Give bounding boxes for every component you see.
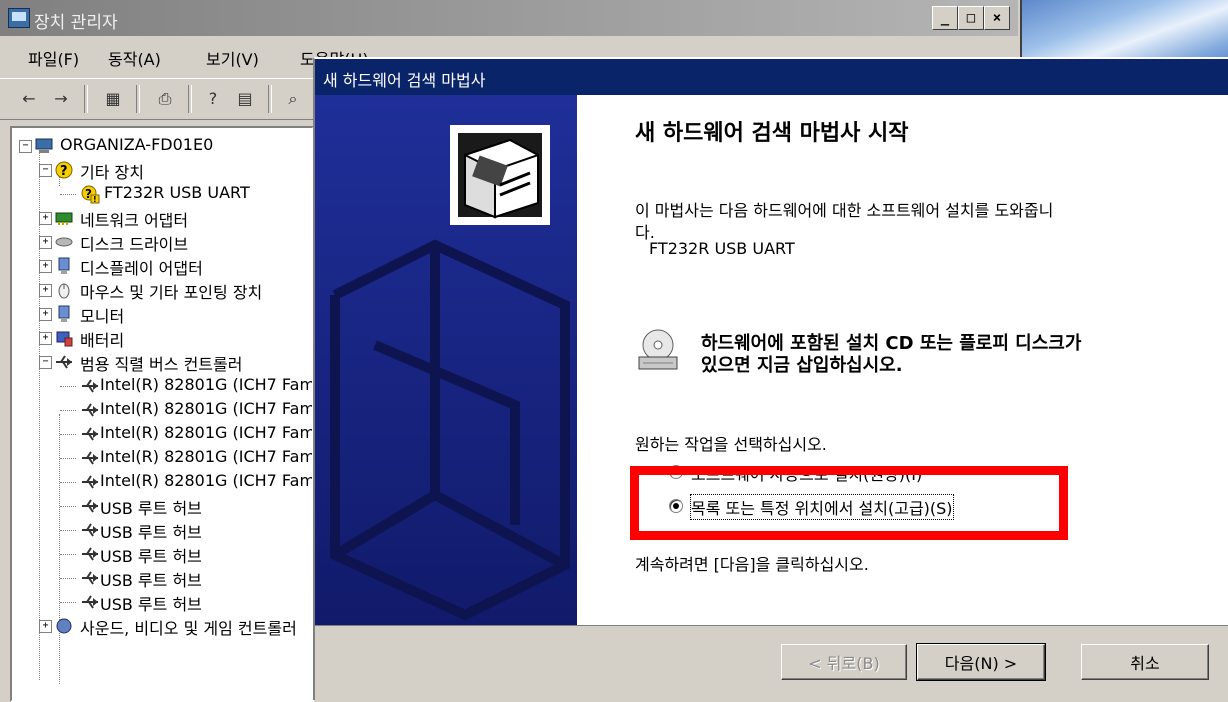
- toolbar-separator: [136, 85, 140, 113]
- collapse-toggle[interactable]: −: [19, 140, 32, 153]
- toolbar: ← → ▦ ⎙ ? ▤ ⌕: [0, 78, 320, 120]
- tree-line: [39, 150, 40, 680]
- svg-text:?: ?: [60, 164, 68, 179]
- new-hardware-wizard-window: 새 하드웨어 검색 마법사 새 하드웨어 검색 마법사 시작 이 마법사는 다음…: [313, 57, 1228, 701]
- window-title: 장치 관리자: [34, 13, 118, 33]
- usb-icon: [54, 352, 74, 372]
- wizard-intro: 이 마법사는 다음 하드웨어에 대한 소프트웨어 설치를 도와줍니: [635, 201, 1054, 220]
- collapse-toggle[interactable]: −: [39, 164, 52, 177]
- tree-line: [60, 578, 76, 579]
- wizard-button-bar: < 뒤로(B) 다음(N) > 취소: [315, 625, 1228, 701]
- expand-toggle[interactable]: +: [39, 212, 52, 225]
- device-manager-titlebar[interactable]: 장치 관리자 _ □ ×: [0, 0, 1018, 36]
- tree-line: [60, 602, 76, 603]
- choose-prompt: 원하는 작업을 선택하십시오.: [635, 435, 827, 454]
- menu-view[interactable]: 보기(V): [206, 46, 259, 70]
- tree-line: [60, 386, 76, 387]
- tree-line: [60, 482, 76, 483]
- tree-label: ORGANIZA-FD01E0: [60, 135, 214, 154]
- tree-line: [60, 194, 76, 195]
- usb-icon: [80, 424, 100, 444]
- tree-line: [60, 434, 76, 435]
- continue-instruction: 계속하려면 [다음]을 클릭하십시오.: [635, 555, 869, 574]
- computer-icon: [34, 136, 54, 156]
- cancel-button[interactable]: 취소: [1081, 644, 1209, 680]
- expand-toggle[interactable]: +: [39, 308, 52, 321]
- monitor-icon: [54, 304, 74, 324]
- sound-icon: [54, 616, 74, 636]
- forward-icon[interactable]: →: [48, 87, 74, 111]
- tree-line: [60, 530, 76, 531]
- cd-instruction-cont: 있으면 지금 삽입하십시오.: [701, 355, 903, 376]
- expand-toggle[interactable]: +: [39, 260, 52, 273]
- computer-icon: [8, 8, 30, 28]
- tree-line: [60, 554, 76, 555]
- menu-action[interactable]: 동작(A): [108, 46, 161, 70]
- tree-line: [59, 414, 60, 684]
- disk-drive-icon: [54, 232, 74, 252]
- tree-line: [60, 506, 76, 507]
- usb-icon: [80, 448, 100, 468]
- usb-icon: [80, 376, 100, 396]
- usb-icon: [80, 472, 100, 492]
- battery-icon: [54, 328, 74, 348]
- cd-drive-icon: [635, 327, 681, 373]
- menu-file[interactable]: 파일(F): [28, 46, 79, 70]
- svg-text:!: !: [93, 195, 97, 204]
- toolbar-separator: [84, 85, 88, 113]
- wizard-title: 새 하드웨어 검색 마법사: [323, 71, 486, 90]
- unknown-device-icon: ?: [54, 160, 74, 180]
- device-tree[interactable]: − ORGANIZA-FD01E0 − ? 기타 장치 ?! FT232R US…: [10, 126, 314, 702]
- display-adapter-icon: [54, 256, 74, 276]
- expand-toggle[interactable]: +: [39, 332, 52, 345]
- usb-icon: [80, 496, 100, 516]
- warning-device-icon: ?!: [80, 184, 100, 204]
- usb-icon: [80, 520, 100, 540]
- back-icon[interactable]: ←: [16, 87, 42, 111]
- mouse-icon: [54, 280, 74, 300]
- wizard-titlebar[interactable]: 새 하드웨어 검색 마법사: [315, 59, 1228, 95]
- minimize-button[interactable]: _: [932, 6, 958, 30]
- highlight-box: [630, 466, 1068, 540]
- hardware-wizard-icon: [450, 125, 550, 225]
- toolbar-separator: [268, 85, 272, 113]
- device-name: FT232R USB UART: [649, 239, 795, 258]
- expand-toggle[interactable]: +: [39, 236, 52, 249]
- toolbar-separator: [188, 85, 192, 113]
- wizard-heading: 새 하드웨어 검색 마법사 시작: [635, 121, 909, 146]
- scan-icon[interactable]: ⌕: [280, 87, 306, 111]
- wizard-side-graphic: [315, 95, 577, 625]
- usb-icon: [80, 592, 100, 612]
- network-card-icon: [54, 208, 74, 228]
- print-icon[interactable]: ⎙: [152, 87, 178, 111]
- maximize-button[interactable]: □: [958, 6, 984, 30]
- next-button[interactable]: 다음(N) >: [916, 643, 1046, 681]
- wizard-content: 새 하드웨어 검색 마법사 시작 이 마법사는 다음 하드웨어에 대한 소프트웨…: [577, 95, 1228, 625]
- properties-icon[interactable]: ▦: [100, 87, 126, 111]
- usb-icon: [80, 568, 100, 588]
- expand-toggle[interactable]: +: [39, 620, 52, 633]
- back-button[interactable]: < 뒤로(B): [781, 644, 907, 680]
- view-icon[interactable]: ▤: [232, 87, 258, 111]
- expand-toggle[interactable]: +: [39, 284, 52, 297]
- collapse-toggle[interactable]: −: [39, 356, 52, 369]
- help-icon[interactable]: ?: [200, 87, 226, 111]
- tree-line: [60, 458, 76, 459]
- usb-icon: [80, 544, 100, 564]
- tree-line: [60, 410, 76, 411]
- usb-icon: [80, 400, 100, 420]
- close-button[interactable]: ×: [984, 6, 1010, 30]
